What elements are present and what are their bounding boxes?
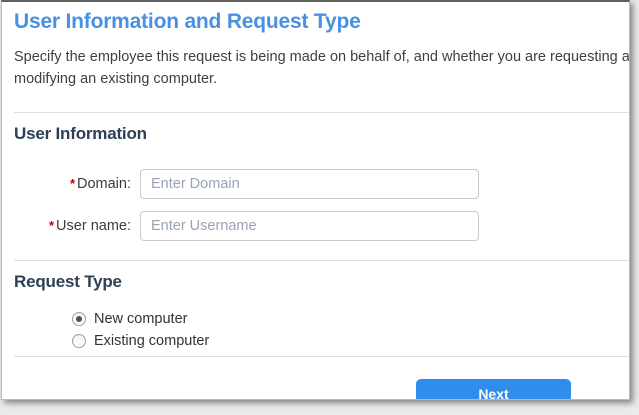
section-divider <box>14 260 629 261</box>
request-type-radio-group: New computer Existing computer <box>72 311 629 349</box>
radio-option-new-computer[interactable]: New computer <box>72 311 629 327</box>
required-marker: * <box>70 176 75 191</box>
request-type-heading: Request Type <box>14 272 629 292</box>
form-panel: User Information and Request Type Specif… <box>1 0 630 400</box>
required-marker: * <box>49 218 54 233</box>
footer-actions: Next <box>14 379 629 400</box>
user-information-heading: User Information <box>14 124 629 144</box>
footer-divider <box>14 356 629 357</box>
domain-field-row: *Domain: <box>14 169 629 199</box>
domain-input[interactable] <box>140 169 479 199</box>
radio-button-icon[interactable] <box>72 312 86 326</box>
radio-label: Existing computer <box>94 333 209 349</box>
domain-label-text: Domain: <box>77 176 131 192</box>
radio-button-icon[interactable] <box>72 334 86 348</box>
page-title: User Information and Request Type <box>14 10 629 34</box>
radio-option-existing-computer[interactable]: Existing computer <box>72 333 629 349</box>
username-input[interactable] <box>140 211 479 241</box>
username-label: *User name: <box>14 218 140 234</box>
section-divider <box>14 112 629 113</box>
domain-label: *Domain: <box>14 176 140 192</box>
page-description: Specify the employee this request is bei… <box>14 46 630 90</box>
next-button[interactable]: Next <box>416 379 571 400</box>
username-label-text: User name: <box>56 218 131 234</box>
radio-label: New computer <box>94 311 187 327</box>
username-field-row: *User name: <box>14 211 629 241</box>
